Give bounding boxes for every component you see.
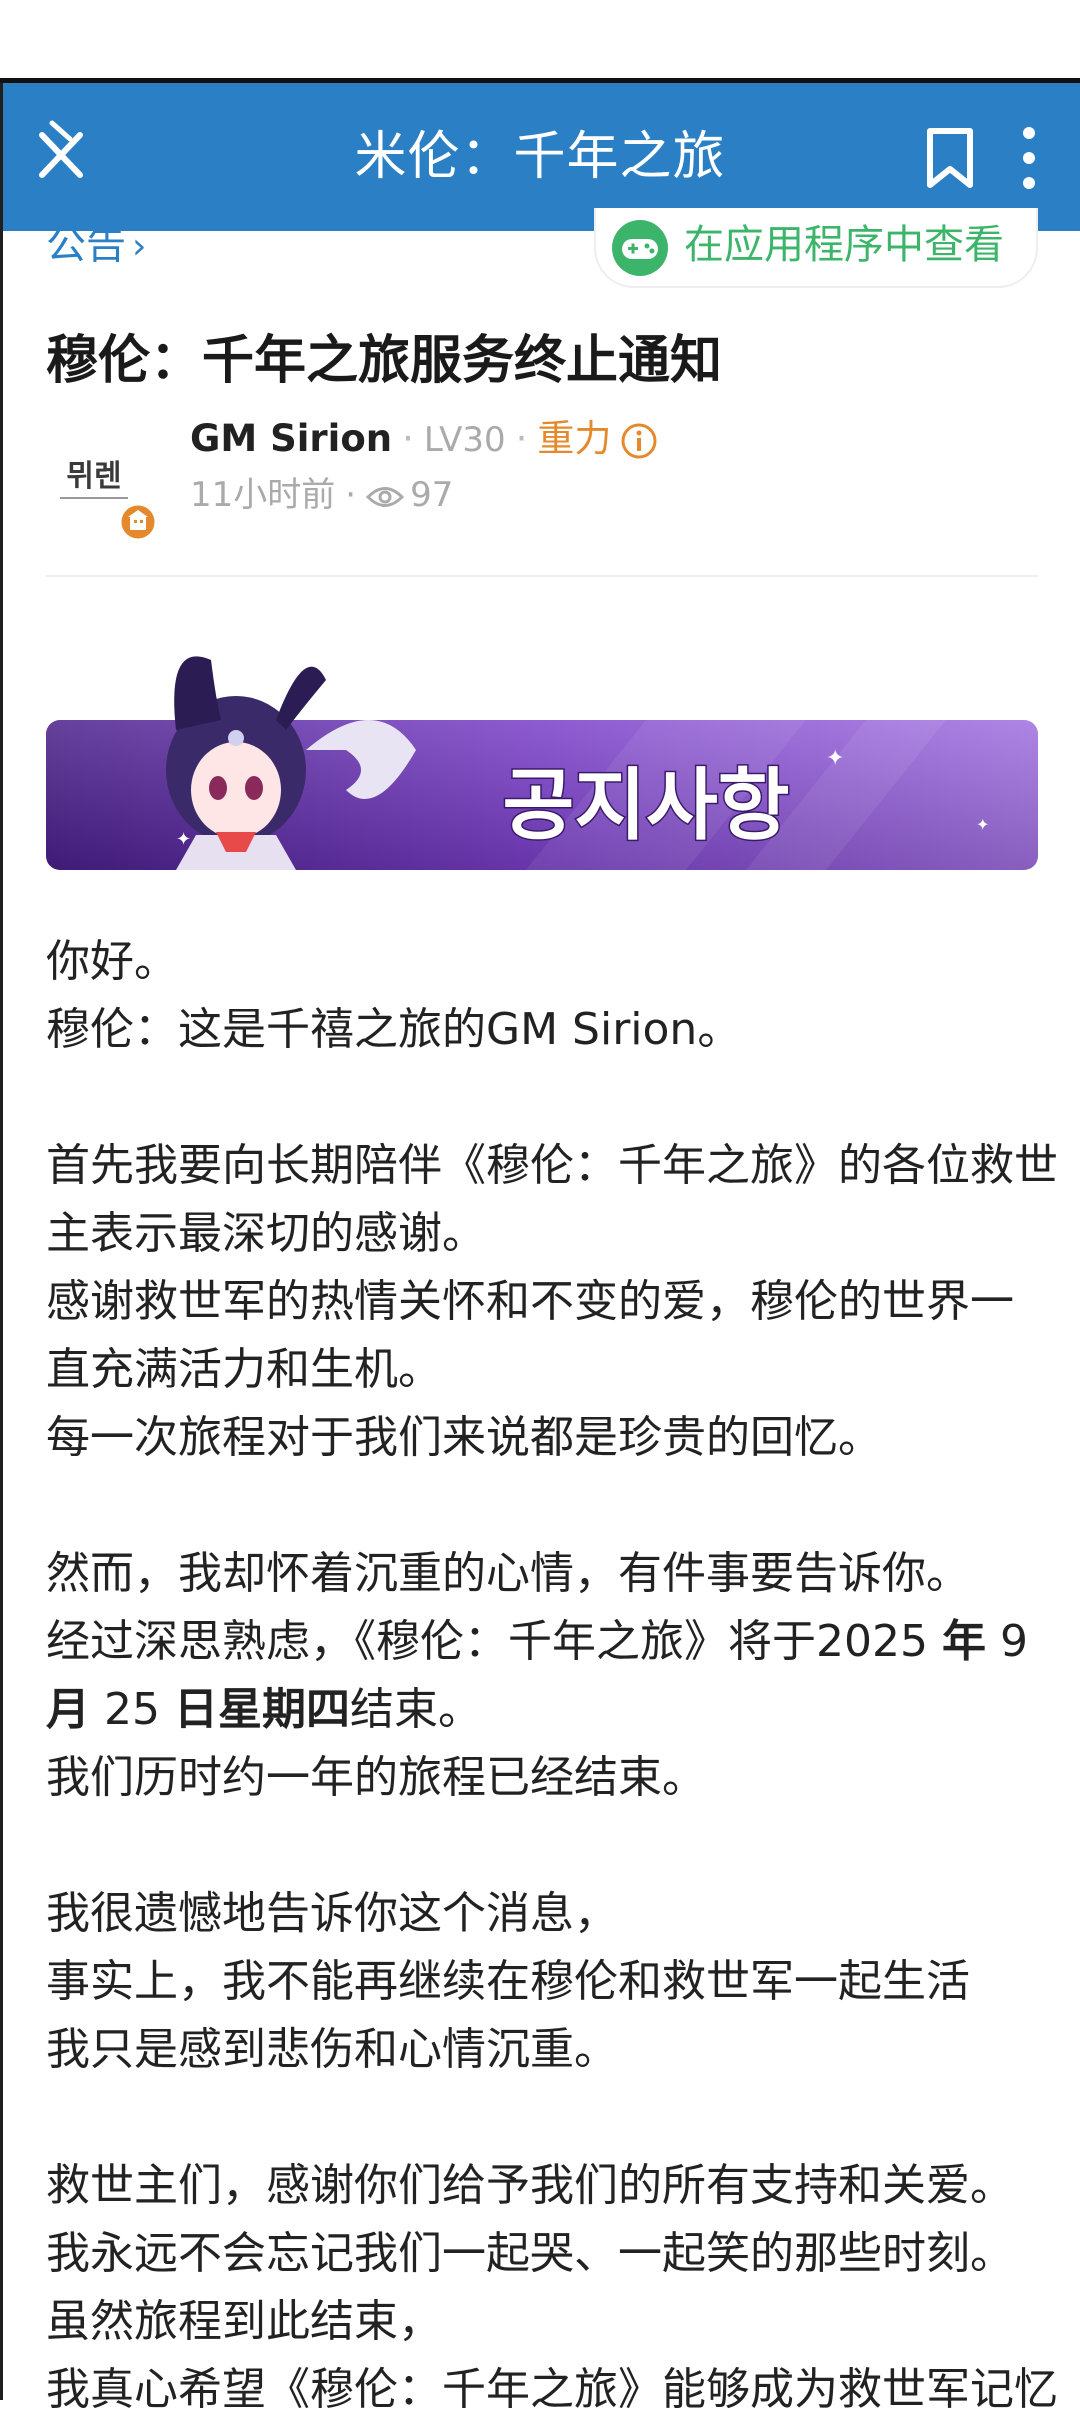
info-icon[interactable] [619, 421, 659, 461]
bookmark-icon[interactable] [924, 127, 976, 189]
content-line: 直充满活力和生机。 [46, 1344, 442, 1395]
content-line: 我永远不会忘记我们一起哭、一起笑的那些时刻。 [46, 2228, 1014, 2279]
author-level: LV30 [423, 420, 506, 460]
notice-banner-image: ✦ ✦ ✦ 공지사항 [46, 656, 1038, 870]
content-line: 救世主们，感谢你们给予我们的所有支持和关爱。 [46, 2160, 1014, 2211]
author-badge: 重力 [537, 417, 612, 460]
svg-text:✦: ✦ [826, 746, 844, 771]
chevron-right-icon: › [132, 226, 147, 267]
content-line: 我们历时约一年的旅程已经结束。 [46, 1752, 706, 1803]
svg-text:✦: ✦ [976, 815, 989, 834]
content-line: 事实上，我不能再继续在穆伦和救世军一起生活 [46, 1956, 970, 2007]
content-line: 虽然旅程到此结束， [46, 2296, 442, 2347]
content-line: 我很遗憾地告诉你这个消息， [46, 1888, 618, 1939]
open-in-app-button[interactable]: 在应用程序中查看 [594, 208, 1038, 288]
content-line: 感谢救世军的热情关怀和不变的爱，穆伦的世界一 [46, 1276, 1014, 1327]
post-time: 11小时前 [190, 475, 336, 515]
gamepad-icon [612, 220, 668, 276]
breadcrumb-label: 公告 [46, 225, 126, 268]
svg-text:✦: ✦ [176, 829, 191, 850]
content-line: 穆伦：这是千禧之旅的GM Sirion。 [46, 1004, 742, 1055]
author-name[interactable]: GM Sirion [190, 417, 392, 460]
separator-dot: · [515, 417, 528, 460]
content-line: 然而，我却怀着沉重的心情，有件事要告诉你。 [46, 1548, 970, 1599]
content-line: 月 25 日星期四结束。 [46, 1684, 482, 1735]
divider [46, 575, 1038, 577]
page-title: 米伦：千年之旅 [354, 127, 726, 187]
status-bar-area [0, 0, 1080, 78]
open-in-app-label: 在应用程序中查看 [684, 222, 1004, 268]
content-line: 我只是感到悲伤和心情沉重。 [46, 2024, 618, 2075]
post-content: 你好。 穆伦：这是千禧之旅的GM Sirion。 首先我要向长期陪伴《穆伦：千年… [46, 928, 1058, 2424]
close-icon[interactable] [34, 113, 94, 193]
content-line: 经过深思熟虑，《穆伦：千年之旅》将于2025 年 9 [46, 1616, 1028, 1667]
content-line: 每一次旅程对于我们来说都是珍贵的回忆。 [46, 1412, 882, 1463]
avatar-text: 뮈렌 [66, 459, 121, 494]
banner-text: 공지사항 [502, 761, 789, 851]
content-line: 你好。 [46, 936, 178, 987]
separator-dot: · [345, 475, 357, 515]
eye-icon [365, 486, 405, 507]
avatar[interactable]: 뮈렌 [46, 430, 156, 540]
post-meta: 11小时前 · 97 [190, 470, 453, 520]
separator-dot: · [402, 417, 414, 460]
content-line: 主表示最深切的感谢。 [46, 1208, 486, 1259]
view-count: 97 [410, 475, 454, 515]
content-line: 首先我要向长期陪伴《穆伦：千年之旅》的各位救世 [46, 1140, 1058, 1191]
content-line: 我真心希望《穆伦：千年之旅》能够成为救世军记忆 [46, 2364, 1058, 2415]
breadcrumb[interactable]: 公告 › [46, 225, 146, 285]
post-title: 穆伦：千年之旅服务终止通知 [46, 331, 723, 391]
author-line: GM Sirion · LV30 · 重力 [190, 414, 659, 465]
left-border [0, 83, 3, 2400]
more-vertical-icon[interactable] [1014, 125, 1044, 191]
